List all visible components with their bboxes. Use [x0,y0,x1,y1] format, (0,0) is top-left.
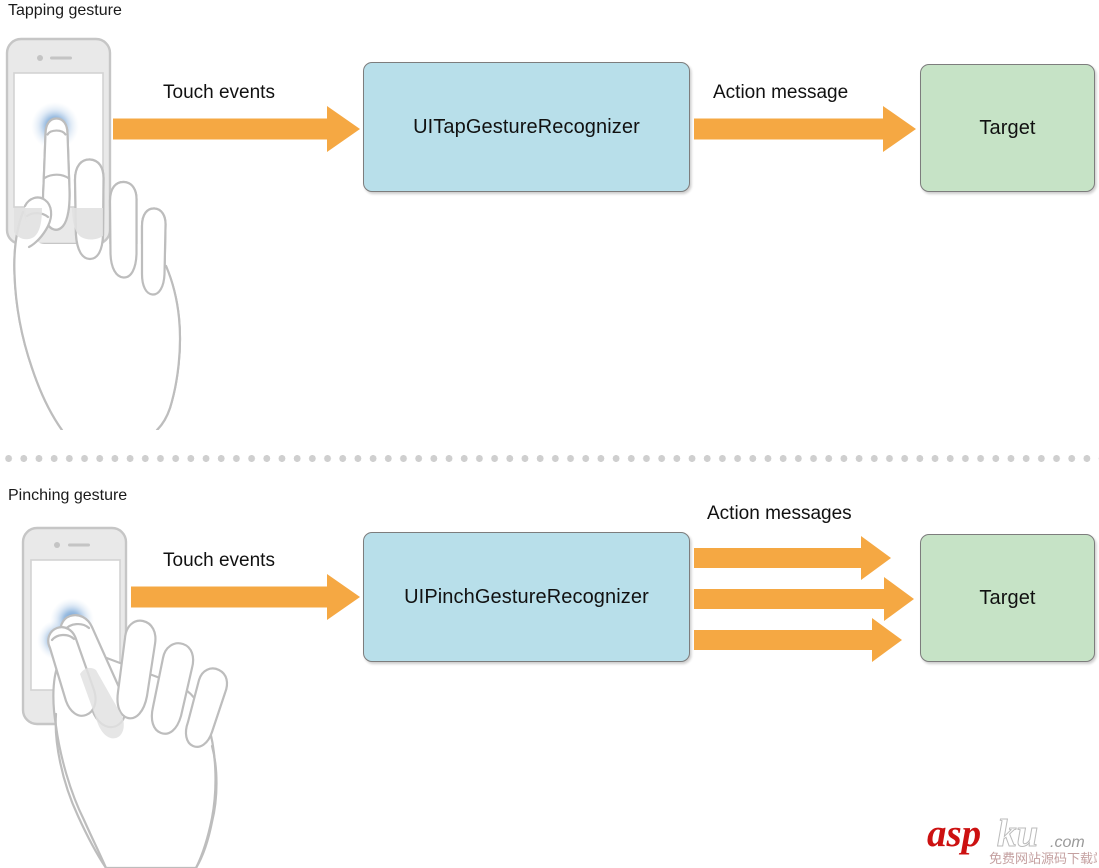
svg-text:ku: ku [997,812,1038,855]
touch-events-arrow-pinch [131,574,360,620]
watermark-tagline: 免费网站源码下载站 [989,852,1097,867]
action-messages-label-pinch: Action messages [707,503,852,524]
diagram-canvas: Tapping gesture Touch events UITapGestur… [0,0,1099,868]
action-message-arrow-tap [694,106,916,152]
section-title-pinching: Pinching gesture [8,487,128,504]
watermark-logo: asp ku .com 免费网站源码下载站 [925,810,1099,868]
touch-events-label-tap: Touch events [163,82,275,103]
device-pinching-illustration [0,520,230,868]
recognizer-box-tap[interactable]: UITapGestureRecognizer [363,62,690,192]
target-box-pinch[interactable]: Target [920,534,1095,662]
touch-events-arrow-tap [113,106,360,152]
target-label-tap: Target [979,116,1036,139]
action-message-label-tap: Action message [713,82,849,103]
target-box-tap[interactable]: Target [920,64,1095,192]
touch-events-label-pinch: Touch events [163,550,275,571]
action-arrow-3 [694,618,902,662]
section-title-tapping: Tapping gesture [8,2,122,19]
recognizer-label-pinch: UIPinchGestureRecognizer [404,585,649,608]
svg-text:asp: asp [927,812,981,855]
action-arrow-1 [694,536,891,580]
target-label-pinch: Target [979,586,1036,609]
hand-pinch [47,614,229,868]
recognizer-box-pinch[interactable]: UIPinchGestureRecognizer [363,532,690,662]
action-messages-arrows-pinch [694,534,919,664]
recognizer-label-tap: UITapGestureRecognizer [413,115,640,138]
svg-text:.com: .com [1050,834,1085,851]
watermark-brand-text: asp ku .com [927,812,1085,856]
action-arrow-2 [694,577,914,621]
section-divider [0,455,1099,462]
